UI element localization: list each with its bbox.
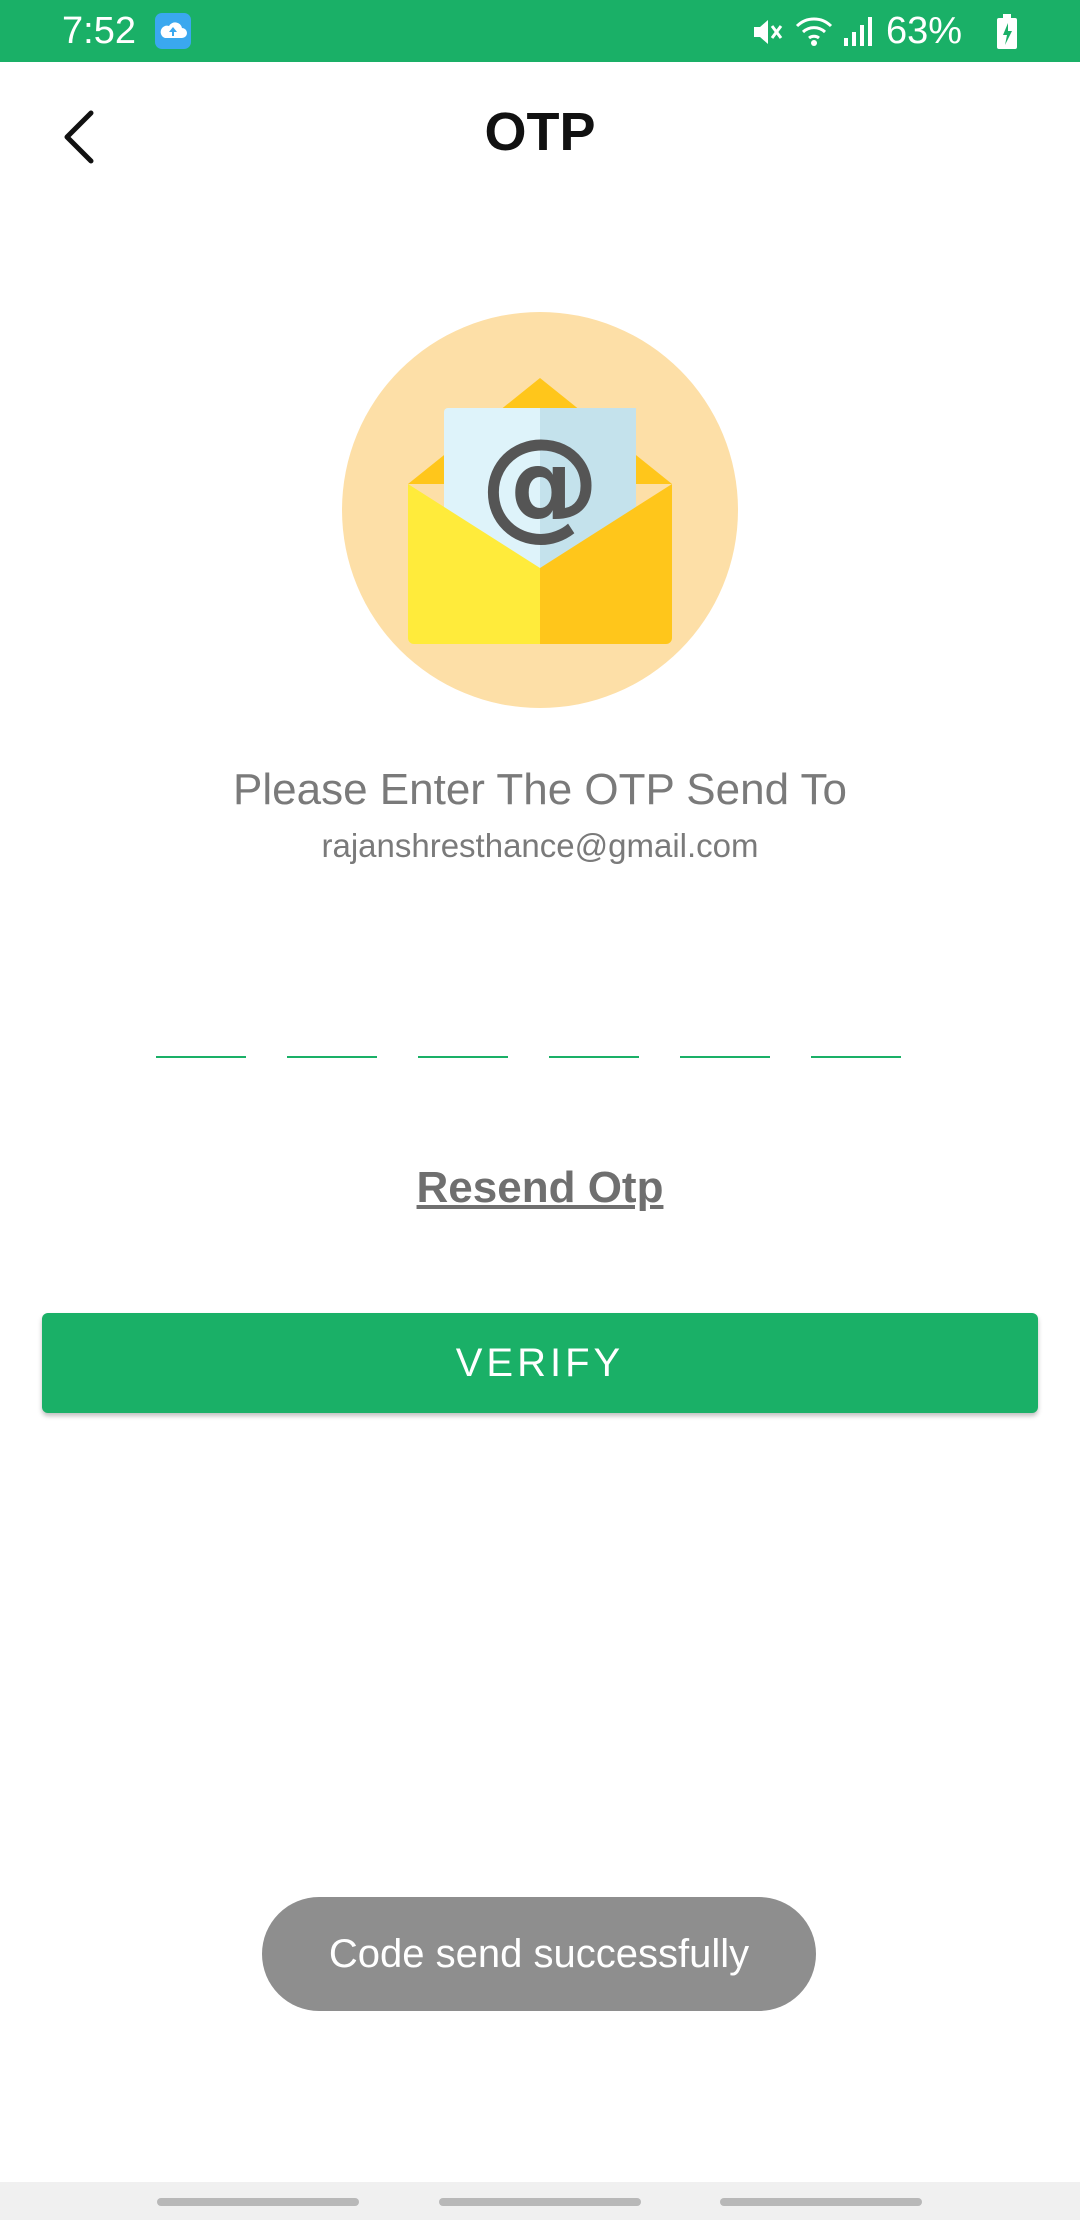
nav-back-button[interactable]: [720, 2198, 922, 2206]
otp-digit-1[interactable]: [156, 990, 246, 1058]
status-icons: 63%: [750, 0, 1080, 62]
navigation-bar: [0, 2182, 1080, 2220]
mute-icon: [754, 20, 783, 44]
app-bar: OTP: [0, 62, 1080, 212]
status-time: 7:52: [62, 10, 136, 52]
otp-digit-6[interactable]: [811, 990, 901, 1058]
toast-message: Code send successfully: [262, 1897, 816, 2011]
wifi-icon: [795, 17, 833, 46]
nav-recents-button[interactable]: [157, 2198, 359, 2206]
battery-percent: 63%: [886, 10, 963, 52]
otp-digit-4[interactable]: [549, 990, 639, 1058]
otp-instruction: Please Enter The OTP Send To: [233, 765, 847, 814]
signal-icon: [844, 17, 872, 46]
battery-icon: [997, 14, 1017, 49]
page-title: OTP: [484, 102, 596, 162]
status-bar: 7:52 63%: [0, 0, 1080, 62]
recipient-email: rajanshresthance@gmail.com: [321, 827, 759, 864]
otp-input-row: [156, 990, 901, 1058]
resend-otp-link[interactable]: Resend Otp: [417, 1163, 664, 1212]
cloud-upload-icon: [155, 13, 191, 49]
resend-otp-container: Resend Otp: [0, 1160, 1080, 1216]
svg-text:@: @: [480, 414, 600, 553]
otp-digit-2[interactable]: [287, 990, 377, 1058]
email-envelope-icon: @: [342, 312, 738, 708]
otp-digit-5[interactable]: [680, 990, 770, 1058]
nav-home-button[interactable]: [439, 2198, 641, 2206]
otp-digit-3[interactable]: [418, 990, 508, 1058]
verify-button[interactable]: VERIFY: [42, 1313, 1038, 1413]
